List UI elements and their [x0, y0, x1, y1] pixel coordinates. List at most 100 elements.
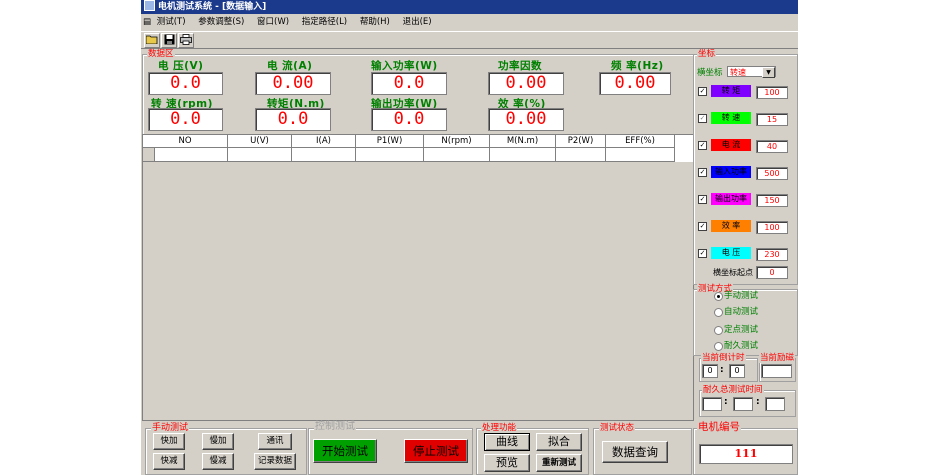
- mode-auto-label[interactable]: 自动测试: [724, 307, 758, 317]
- x-origin-label: 横坐标起点: [713, 268, 753, 277]
- frequency-label: 频 率(Hz): [611, 60, 664, 72]
- menu-bar: ▤ 测试(T) 参数调整(S) 窗口(W) 指定路径(L) 帮助(H) 退出(E…: [141, 15, 798, 30]
- curve-voltage-scale[interactable]: 230: [756, 248, 788, 261]
- voltage-label: 电 压(V): [158, 60, 204, 72]
- open-folder-icon[interactable]: [144, 33, 160, 48]
- menu-exit[interactable]: 退出(E): [403, 17, 432, 27]
- print-icon[interactable]: [178, 33, 194, 48]
- fast-increase-button[interactable]: 快加: [153, 433, 185, 450]
- curve-current-scale[interactable]: 40: [756, 140, 788, 153]
- preview-button[interactable]: 预览: [484, 454, 530, 472]
- curve-efficiency-checkbox[interactable]: ✓: [698, 222, 707, 231]
- curve-speed-swatch: 转 速: [711, 112, 751, 124]
- table-row[interactable]: [143, 148, 675, 162]
- data-table[interactable]: NO U(V) I(A) P1(W) N(rpm) M(N.m) P2(W) E…: [142, 134, 694, 421]
- curve-voltage-swatch: 电 压: [711, 247, 751, 259]
- torque-display: 0.0: [255, 108, 331, 131]
- current-label: 电 流(A): [267, 60, 313, 72]
- status-title: 测试状态: [599, 423, 636, 433]
- slow-decrease-button[interactable]: 慢减: [202, 453, 234, 470]
- col-p1[interactable]: P1(W): [356, 135, 424, 148]
- table-cell[interactable]: [606, 148, 675, 162]
- curve-input-power-scale[interactable]: 500: [756, 167, 788, 180]
- curve-output-power-scale[interactable]: 150: [756, 194, 788, 207]
- toolbar: [141, 31, 798, 49]
- col-speed[interactable]: N(rpm): [424, 135, 490, 148]
- menu-params[interactable]: 参数调整(S): [198, 17, 244, 27]
- efficiency-display: 0.00: [488, 108, 564, 131]
- mode-manual-radio[interactable]: [714, 292, 723, 301]
- table-cell[interactable]: [490, 148, 556, 162]
- record-data-button[interactable]: 记录数据: [254, 453, 296, 470]
- x-axis-select[interactable]: 转速 ▼: [727, 66, 776, 78]
- curve-current-swatch: 电 流: [711, 139, 751, 151]
- menu-path[interactable]: 指定路径(L): [302, 17, 347, 27]
- col-current[interactable]: I(A): [292, 135, 356, 148]
- countdown-colon: :: [720, 365, 724, 375]
- row-selector[interactable]: [143, 148, 155, 162]
- data-query-button[interactable]: 数据查询: [602, 441, 668, 463]
- curve-torque-scale[interactable]: 100: [756, 86, 788, 99]
- curve-output-power-swatch: 输出功率: [711, 193, 751, 205]
- curve-input-power-checkbox[interactable]: ✓: [698, 168, 707, 177]
- chevron-down-icon[interactable]: ▼: [762, 67, 775, 78]
- input-power-display: 0.0: [371, 72, 447, 95]
- start-test-button[interactable]: 开始测试: [313, 439, 377, 463]
- curve-voltage-checkbox[interactable]: ✓: [698, 249, 707, 258]
- speed-display: 0.0: [148, 108, 223, 131]
- menu-help[interactable]: 帮助(H): [360, 17, 390, 27]
- table-cell[interactable]: [292, 148, 356, 162]
- countdown-minutes[interactable]: 0: [702, 364, 718, 378]
- save-disk-icon[interactable]: [161, 33, 177, 48]
- slow-increase-button[interactable]: 慢加: [202, 433, 234, 450]
- retest-button[interactable]: 重新测试: [536, 454, 582, 472]
- curve-torque-checkbox[interactable]: ✓: [698, 87, 707, 96]
- input-power-label: 输入功率(W): [371, 60, 438, 72]
- mode-fixed-label[interactable]: 定点测试: [724, 325, 758, 335]
- table-cell[interactable]: [155, 148, 228, 162]
- endurance-colon-1: :: [724, 397, 728, 407]
- col-no[interactable]: NO: [143, 135, 228, 148]
- mode-auto-radio[interactable]: [714, 308, 723, 317]
- endurance-seconds[interactable]: [765, 397, 785, 411]
- table-cell[interactable]: [424, 148, 490, 162]
- motor-number-title: 电机编号: [697, 421, 741, 433]
- endurance-colon-2: :: [756, 397, 760, 407]
- frequency-display: 0.00: [599, 72, 671, 95]
- col-eff[interactable]: EFF(%): [606, 135, 675, 148]
- mode-endurance-radio[interactable]: [714, 342, 723, 351]
- col-voltage[interactable]: U(V): [228, 135, 292, 148]
- mdi-child-icon[interactable]: ▤: [143, 17, 151, 27]
- curve-output-power-checkbox[interactable]: ✓: [698, 195, 707, 204]
- curve-button[interactable]: 曲线: [484, 433, 530, 451]
- table-cell[interactable]: [356, 148, 424, 162]
- fast-decrease-button[interactable]: 快减: [153, 453, 185, 470]
- motor-number-value[interactable]: 111: [699, 444, 793, 464]
- app-icon: [144, 0, 155, 11]
- col-torque[interactable]: M(N.m): [490, 135, 556, 148]
- app-window: 电机测试系统 - [数据输入] ▤ 测试(T) 参数调整(S) 窗口(W) 指定…: [141, 0, 798, 475]
- curve-torque-swatch: 转 矩: [711, 85, 751, 97]
- x-origin-input[interactable]: 0: [756, 266, 788, 279]
- stop-test-button[interactable]: 停止测试: [404, 439, 468, 463]
- menu-test[interactable]: 测试(T): [157, 17, 186, 27]
- mode-fixed-radio[interactable]: [714, 326, 723, 335]
- countdown-seconds[interactable]: 0: [729, 364, 745, 378]
- fit-button[interactable]: 拟合: [536, 433, 582, 451]
- table-cell[interactable]: [228, 148, 292, 162]
- col-p2[interactable]: P2(W): [556, 135, 606, 148]
- curve-current-checkbox[interactable]: ✓: [698, 141, 707, 150]
- communication-button[interactable]: 通讯: [258, 433, 292, 450]
- output-power-display: 0.0: [371, 108, 447, 131]
- curve-speed-checkbox[interactable]: ✓: [698, 114, 707, 123]
- coords-title: 坐标: [697, 49, 717, 59]
- excitation-input[interactable]: [761, 364, 792, 378]
- curve-efficiency-scale[interactable]: 100: [756, 221, 788, 234]
- table-cell[interactable]: [556, 148, 606, 162]
- endurance-hours[interactable]: [702, 397, 722, 411]
- mode-endurance-label[interactable]: 耐久测试: [724, 341, 758, 351]
- curve-speed-scale[interactable]: 15: [756, 113, 788, 126]
- endurance-minutes[interactable]: [733, 397, 753, 411]
- menu-window[interactable]: 窗口(W): [257, 17, 289, 27]
- mode-manual-label[interactable]: 手动测试: [724, 291, 758, 301]
